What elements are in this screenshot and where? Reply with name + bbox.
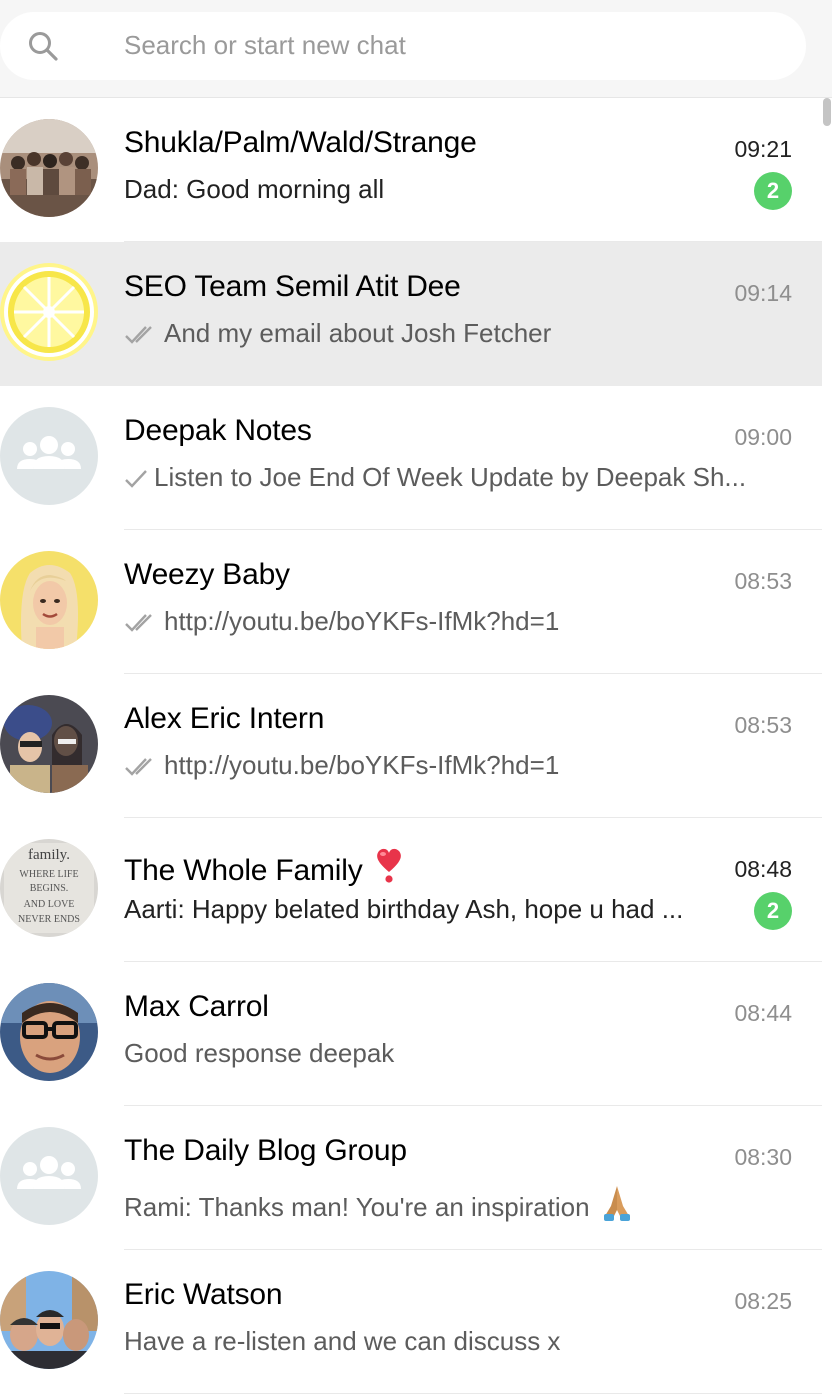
sign-line-4: AND LOVE — [24, 899, 75, 910]
chat-name: SEO Team Semil Atit Dee — [124, 270, 461, 303]
sign-line-3: BEGINS. — [30, 883, 69, 894]
unread-badge: 2 — [754, 892, 792, 930]
double-check-icon — [125, 326, 152, 344]
chat-preview: And my email about Josh Fetcher — [164, 318, 552, 348]
search-box[interactable] — [0, 12, 806, 80]
chat-preview: Dad: Good morning all — [124, 174, 385, 204]
sign-line-5: NEVER ENDS — [18, 914, 80, 925]
chat-row[interactable]: Weezy Baby 08:53 http://youtu.be/boYKFs-… — [0, 530, 822, 674]
scrollbar-thumb[interactable] — [823, 98, 831, 126]
chat-row[interactable]: Deepak Notes 09:00 Listen to Joe End Of … — [0, 386, 822, 530]
default-group-avatar[interactable] — [0, 1127, 98, 1225]
group-photo-avatar[interactable] — [0, 119, 98, 217]
chat-time: 08:53 — [734, 568, 792, 594]
chat-preview-line: And my email about Josh Fetcher — [124, 318, 774, 349]
chat-time: 08:44 — [734, 1000, 792, 1026]
chat-row[interactable]: Shukla/Palm/Wald/Strange 09:21 Dad: Good… — [0, 98, 822, 242]
chat-name: The Daily Blog Group — [124, 1134, 407, 1167]
chat-preview: Listen to Joe End Of Week Update by Deep… — [154, 462, 747, 492]
chat-name: The Whole Family — [124, 854, 363, 887]
chat-name: Alex Eric Intern — [124, 702, 325, 735]
chat-name: Max Carrol — [124, 990, 269, 1023]
cartoon-portrait-avatar[interactable] — [0, 551, 98, 649]
double-check-icon — [125, 758, 152, 776]
chat-row[interactable]: The Daily Blog Group 08:30 Rami: Thanks … — [0, 1106, 822, 1250]
chat-preview-line: http://youtu.be/boYKFs-IfMk?hd=1 — [124, 750, 774, 781]
folded-hands-emoji — [603, 1186, 630, 1221]
chat-time: 09:00 — [734, 424, 792, 450]
chat-preview: Have a re-listen and we can discuss x — [124, 1326, 561, 1356]
chat-list: Shukla/Palm/Wald/Strange 09:21 Dad: Good… — [0, 98, 822, 1394]
chat-time: 08:25 — [734, 1288, 792, 1314]
chat-row[interactable]: Alex Eric Intern 08:53 http://youtu.be/b… — [0, 674, 822, 818]
lemon-avatar[interactable] — [0, 263, 98, 361]
chat-row[interactable]: Eric Watson 08:25 Have a re-listen and w… — [0, 1250, 822, 1394]
party-photo-avatar[interactable] — [0, 695, 98, 793]
chat-list-panel: Shukla/Palm/Wald/Strange 09:21 Dad: Good… — [0, 0, 832, 1400]
sign-line-1: family. — [28, 847, 70, 863]
double-check-icon — [125, 614, 152, 632]
scrollbar[interactable] — [822, 98, 832, 1400]
chat-preview-line: http://youtu.be/boYKFs-IfMk?hd=1 — [124, 606, 774, 637]
sign-line-2: WHERE LIFE — [19, 869, 78, 880]
chat-time: 09:21 — [734, 136, 792, 162]
divider — [124, 1393, 822, 1394]
chat-preview: Good response deepak — [124, 1038, 395, 1068]
search-icon[interactable] — [26, 29, 60, 63]
chat-time: 08:30 — [734, 1144, 792, 1170]
chat-name: Weezy Baby — [124, 558, 290, 591]
chat-name-line: The Whole Family — [124, 846, 405, 888]
heart-exclamation-emoji — [376, 848, 401, 883]
chat-preview: Aarti: Happy belated birthday Ash, hope … — [124, 894, 684, 924]
search-input[interactable] — [124, 22, 784, 68]
unread-badge: 2 — [754, 172, 792, 210]
chat-name: Eric Watson — [124, 1278, 283, 1311]
family-sign-avatar[interactable]: family. WHERE LIFE BEGINS. AND LOVE NEVE… — [0, 839, 98, 937]
default-group-avatar[interactable] — [0, 407, 98, 505]
single-check-icon — [125, 470, 147, 488]
chat-row[interactable]: family. WHERE LIFE BEGINS. AND LOVE NEVE… — [0, 818, 822, 962]
chat-preview: http://youtu.be/boYKFs-IfMk?hd=1 — [164, 750, 560, 780]
chat-preview: http://youtu.be/boYKFs-IfMk?hd=1 — [164, 606, 560, 636]
chat-name: Shukla/Palm/Wald/Strange — [124, 126, 477, 159]
chat-time: 08:53 — [734, 712, 792, 738]
chat-time: 09:14 — [734, 280, 792, 306]
chat-row[interactable]: SEO Team Semil Atit Dee 09:14 And my ema… — [0, 242, 822, 386]
chat-time: 08:48 — [734, 856, 792, 882]
group-selfie-avatar[interactable] — [0, 1271, 98, 1369]
search-bar — [0, 0, 832, 98]
chat-preview-line: Rami: Thanks man! You're an inspiration — [124, 1182, 774, 1223]
man-glasses-avatar[interactable] — [0, 983, 98, 1081]
chat-name: Deepak Notes — [124, 414, 312, 447]
chat-preview: Rami: Thanks man! You're an inspiration — [124, 1192, 590, 1222]
chat-row[interactable]: Max Carrol 08:44 Good response deepak — [0, 962, 822, 1106]
chat-preview-line: Listen to Joe End Of Week Update by Deep… — [124, 462, 774, 493]
